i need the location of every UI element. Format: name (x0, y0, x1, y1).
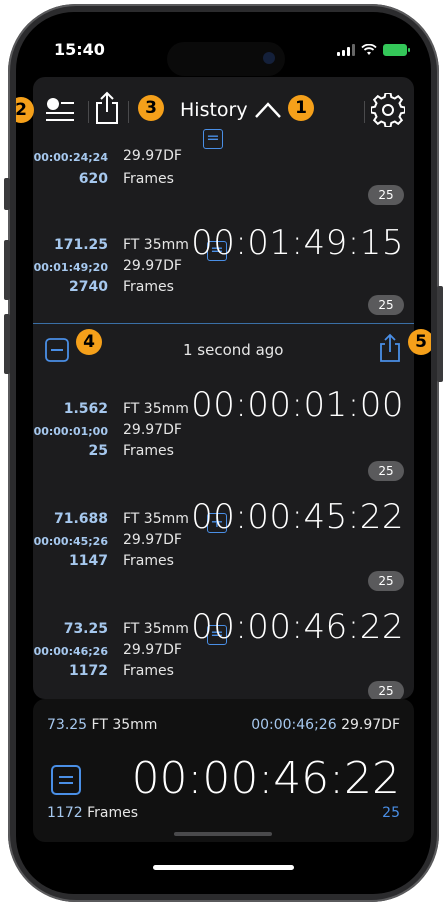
result-rate: 29.97DF (341, 717, 400, 733)
side-button-volume-down (4, 314, 10, 374)
result-timecode-row: 00:00:46;26 29.97DF (251, 717, 400, 733)
entry-feet: 73.25 (63, 621, 108, 637)
phone-screen: 15:40 History = 00:00:24;24 29.97DF 620 … (16, 12, 431, 894)
entry-timecode-label: 00:01:49;20 (33, 261, 108, 274)
entry-frames-label: Frames (123, 171, 174, 187)
entry-rate: 29.97DF (123, 422, 182, 438)
result-timecode[interactable]: 00:00:46:22 (132, 753, 400, 804)
entry-feet-unit: FT 35mm (123, 237, 189, 253)
fps-badge: 25 (368, 571, 404, 591)
entry-timecode-label: 00:00:24;24 (33, 151, 108, 164)
result-panel: 73.25 FT 35mm 00:00:46;26 29.97DF 00:00:… (33, 699, 414, 842)
entry-feet-unit: FT 35mm (123, 511, 189, 527)
result-frames-row: 1172 Frames (47, 805, 138, 821)
entry-frames: 620 (78, 171, 108, 187)
entry-frames: 1172 (69, 663, 108, 679)
entry-timecode-label: 00:00:46;26 (33, 645, 108, 658)
signal-icon (337, 44, 355, 56)
result-frames-label: Frames (87, 805, 139, 821)
annotation-badge: 5 (408, 329, 431, 355)
entry-timecode: 00:00:01:00 (191, 385, 404, 425)
entry-frames-label: Frames (123, 279, 174, 295)
header-separator (128, 101, 129, 123)
side-button-volume-up (4, 240, 10, 300)
entry-rate: 29.97DF (123, 148, 182, 164)
entry-frames-label: Frames (123, 443, 174, 459)
result-feet-row: 73.25 FT 35mm (47, 717, 157, 733)
history-panel: History = 00:00:24;24 29.97DF 620 Frames… (33, 77, 414, 699)
entry-timecode: 00:00:45:22 (191, 497, 404, 537)
history-entry-partial[interactable]: = 00:00:24;24 29.97DF 620 Frames 25 (33, 129, 414, 205)
entry-feet: 1.562 (63, 401, 108, 417)
history-entry[interactable]: 171.25 FT 35mm 00:01:49;20 29.97DF 2740 … (33, 221, 414, 317)
annotation-badge: 3 (138, 95, 164, 121)
entry-timecode-label: 00:00:01;00 (33, 425, 108, 438)
entry-feet-unit: FT 35mm (123, 401, 189, 417)
entry-timecode-label: 00:00:45;26 (33, 535, 108, 548)
status-icons (337, 44, 410, 56)
entry-feet: 171.25 (53, 237, 108, 253)
header-separator (88, 101, 89, 123)
entry-rate: 29.97DF (123, 642, 182, 658)
entry-feet: 71.688 (53, 511, 108, 527)
home-indicator[interactable] (153, 865, 294, 870)
wifi-icon (361, 44, 377, 55)
annotation-badge: 2 (16, 97, 34, 123)
camera-dot (263, 52, 275, 64)
entry-timecode: 00:01:49:15 (191, 223, 404, 263)
fps-badge: 25 (368, 461, 404, 481)
result-frames: 1172 (47, 805, 83, 821)
entry-rate: 29.97DF (123, 258, 182, 274)
result-grabber[interactable] (174, 832, 272, 836)
equals-square-icon: = (203, 129, 223, 149)
share-icon[interactable] (92, 91, 122, 125)
fps-badge: 25 (368, 185, 404, 205)
result-timecode-label: 00:00:46;26 (251, 717, 337, 733)
entry-frames-label: Frames (123, 553, 174, 569)
equals-square-icon[interactable] (51, 765, 81, 799)
group-timestamp: 1 second ago (183, 341, 284, 359)
header-separator (364, 101, 365, 123)
result-feet: 73.25 (47, 717, 88, 733)
side-button-power (437, 286, 443, 382)
entry-frames: 1147 (69, 553, 108, 569)
chevron-up-icon[interactable] (254, 99, 282, 121)
history-title[interactable]: History (180, 99, 248, 121)
entry-timecode: 00:00:46:22 (191, 607, 404, 647)
annotation-badge: 1 (288, 95, 314, 121)
share-icon[interactable] (378, 333, 402, 367)
status-time: 15:40 (54, 40, 105, 59)
history-header: History (33, 77, 414, 143)
result-feet-unit: FT 35mm (91, 717, 158, 733)
minus-square-icon[interactable] (45, 338, 69, 366)
fps-badge: 25 (368, 295, 404, 315)
history-entry[interactable]: 73.25 FT 35mm 00:00:46;26 29.97DF 1172 F… (33, 605, 414, 699)
result-fps[interactable]: 25 (382, 805, 400, 821)
annotation-badge: 4 (76, 329, 102, 355)
entry-frames: 2740 (69, 279, 108, 295)
group-divider (33, 323, 414, 324)
entry-frames: 25 (88, 443, 108, 459)
side-button-action (4, 178, 10, 210)
history-entry[interactable]: 71.688 FT 35mm 00:00:45;26 29.97DF 1147 … (33, 495, 414, 599)
gear-icon[interactable] (371, 93, 405, 127)
battery-icon (383, 44, 410, 56)
list-toggle-icon[interactable] (45, 95, 75, 125)
history-entry[interactable]: 1.562 FT 35mm 00:00:01;00 29.97DF 25 Fra… (33, 385, 414, 489)
entry-frames-label: Frames (123, 663, 174, 679)
fps-badge: 25 (368, 681, 404, 699)
entry-rate: 29.97DF (123, 532, 182, 548)
entry-feet-unit: FT 35mm (123, 621, 189, 637)
